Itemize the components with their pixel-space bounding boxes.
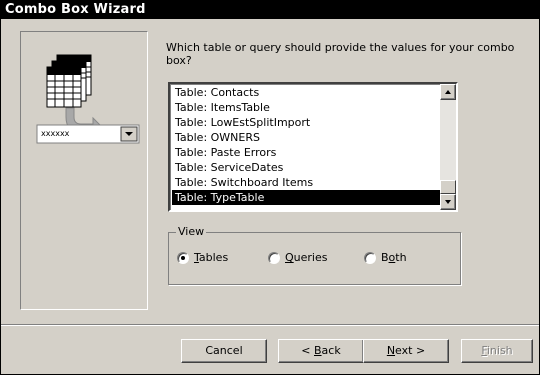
radio-both[interactable]: Both <box>364 251 407 264</box>
cancel-button[interactable]: Cancel <box>181 339 267 363</box>
scroll-down-button[interactable] <box>440 194 456 210</box>
list-item[interactable]: Table: Switchboard Items <box>172 175 440 190</box>
table-listbox[interactable]: Table: Contacts Table: ItemsTable Table: L… <box>168 82 458 212</box>
radio-queries-label: Queries <box>285 251 328 264</box>
radio-tables-label: Tables <box>194 251 229 264</box>
radio-both-label: Both <box>381 251 407 264</box>
wizard-window: Combo Box Wizard xxxxxx Which table or q… <box>0 0 540 375</box>
question-text: Which table or query should provide the … <box>166 41 515 67</box>
back-button[interactable]: < Back <box>278 339 364 363</box>
list-item[interactable]: Table: TypeTable <box>172 190 440 205</box>
radio-queries[interactable]: Queries <box>268 251 328 264</box>
list-item[interactable]: Table: Contacts <box>172 85 440 100</box>
title-bar[interactable]: Combo Box Wizard <box>1 1 539 19</box>
radio-both-circle[interactable] <box>364 251 376 264</box>
radio-queries-circle[interactable] <box>268 251 280 264</box>
list-item[interactable]: Table: ItemsTable <box>172 100 440 115</box>
radio-tables[interactable]: Tables <box>177 251 228 264</box>
table-to-combo-illustration <box>36 54 140 144</box>
list-item[interactable]: Table: ServiceDates <box>172 160 440 175</box>
listbox-scrollbar[interactable] <box>440 84 456 210</box>
list-item[interactable]: Table: OWNERS <box>172 130 440 145</box>
next-button[interactable]: Next > <box>363 339 449 363</box>
radio-tables-circle[interactable] <box>177 251 189 264</box>
illustration-panel: xxxxxx <box>20 31 148 310</box>
scroll-thumb[interactable] <box>440 180 456 194</box>
window-title: Combo Box Wizard <box>5 2 146 17</box>
stacked-tables-icon <box>46 54 92 108</box>
list-item[interactable]: Table: LowEstSplitImport <box>172 115 440 130</box>
button-separator <box>1 324 539 326</box>
radio-selected-dot <box>181 255 185 260</box>
view-groupbox: View Tables Queries Both <box>168 225 461 285</box>
view-group-label: View <box>176 225 207 238</box>
arrow-down-icon <box>445 200 451 204</box>
list-item[interactable]: Table: Paste Errors <box>172 145 440 160</box>
scroll-up-button[interactable] <box>440 84 456 100</box>
arrow-up-icon <box>445 90 451 94</box>
listbox-items: Table: Contacts Table: ItemsTable Table: L… <box>172 85 440 205</box>
finish-button[interactable]: Finish <box>461 339 533 363</box>
sample-combo-value: xxxxxx <box>41 129 70 138</box>
